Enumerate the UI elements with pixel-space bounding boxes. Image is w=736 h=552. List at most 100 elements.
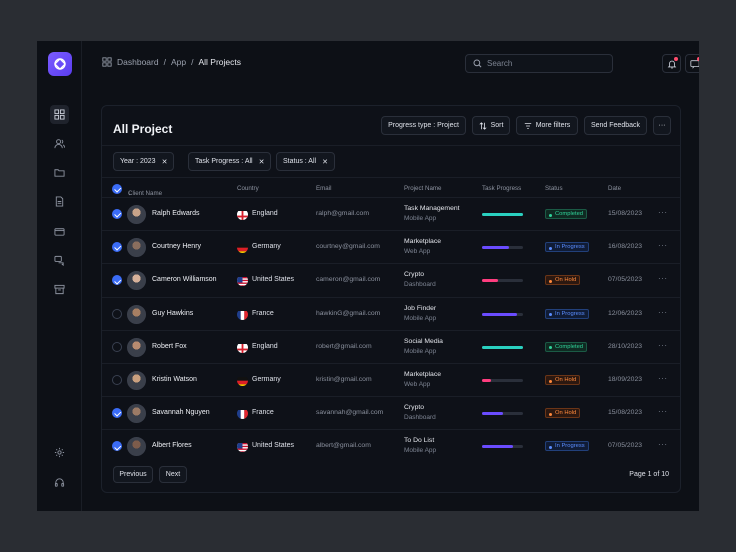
breadcrumb: Dashboard / App / All Projects [102, 57, 241, 67]
client-name: Savannah Nguyen [152, 409, 210, 417]
client-name: Courtney Henry [152, 243, 202, 251]
country: France [252, 409, 274, 417]
task-progress-bar [482, 279, 523, 283]
progress-type-button[interactable]: Progress type : Project [381, 116, 466, 135]
table-row[interactable]: Albert Flores United States albert@gmail.c… [102, 429, 680, 462]
england-flag-icon [237, 342, 248, 353]
row-checkbox[interactable] [112, 242, 122, 253]
table-row[interactable]: Robert Fox England robert@gmail.com Social … [102, 329, 680, 363]
table-row[interactable]: Courtney Henry Germany courtney@gmail.com M… [102, 230, 680, 263]
app-window: Dashboard / App / All Projects Search Al… [37, 41, 699, 511]
table-row[interactable]: Guy Hawkins France hawkinG@gmail.com Job Fi… [102, 296, 680, 330]
email: courtney@gmail.com [316, 243, 380, 251]
card-more-button[interactable]: ··· [653, 116, 671, 135]
settings-icon [54, 447, 65, 458]
task-progress-bar [482, 345, 523, 349]
more-filters-button[interactable]: More filters [516, 116, 578, 135]
filter-chip-year[interactable]: Year : 2023 ✕ [113, 152, 175, 171]
row-checkbox[interactable] [112, 375, 122, 385]
row-checkbox[interactable] [112, 408, 122, 419]
breadcrumb-separator: / [191, 57, 194, 67]
topbar: Dashboard / App / All Projects Search [82, 41, 699, 86]
client-name: Guy Hawkins [152, 309, 194, 317]
row-more-button[interactable]: ··· [658, 407, 668, 416]
sidebar-item-support[interactable] [50, 473, 69, 492]
search-box[interactable]: Search [465, 54, 613, 73]
search-input[interactable]: Search [487, 59, 512, 68]
row-more-button[interactable]: ··· [658, 208, 668, 217]
sidebar-item-wallet[interactable] [50, 222, 69, 241]
row-more-button[interactable]: ··· [658, 308, 668, 317]
client-name: Albert Flores [152, 442, 192, 450]
logo-icon [54, 58, 66, 70]
sidebar-item-dashboard[interactable] [50, 105, 69, 124]
germany-flag-icon [237, 242, 248, 254]
breadcrumb-app[interactable]: App [171, 57, 186, 67]
breadcrumb-separator: / [163, 57, 166, 67]
row-more-button[interactable]: ··· [658, 341, 668, 350]
table-row[interactable]: Savannah Nguyen France savannah@gmail.com C… [102, 396, 680, 429]
avatar [127, 337, 146, 357]
close-icon[interactable]: ✕ [322, 158, 328, 166]
task-progress-fill [482, 379, 492, 382]
app-logo[interactable] [48, 52, 72, 76]
project-name: Social Media [404, 337, 443, 345]
row-checkbox[interactable] [112, 308, 122, 319]
status-badge: On Hold [545, 408, 581, 419]
germany-flag-icon [237, 375, 248, 386]
next-button[interactable]: Next [159, 466, 187, 483]
arrow-down-icon: ↓ [128, 190, 132, 197]
row-more-button[interactable]: ··· [658, 241, 668, 250]
sidebar-item-documents[interactable] [50, 192, 69, 211]
table-row[interactable]: Cameron Williamson United States cameron@g… [102, 263, 680, 296]
page-title: All Project [113, 122, 173, 136]
filter-chip-task-progress[interactable]: Task Progress : All ✕ [188, 152, 272, 171]
row-more-button[interactable]: ··· [658, 440, 668, 449]
task-progress-bar [482, 412, 523, 416]
client-name: Ralph Edwards [152, 210, 200, 217]
send-feedback-button[interactable]: Send Feedback [584, 116, 647, 135]
table-row[interactable]: Kristin Watson Germany kristin@gmail.com Ma… [102, 363, 680, 396]
email: ralph@gmail.com [316, 210, 369, 217]
avatar [127, 437, 146, 457]
date: 18/09/2023 [608, 376, 643, 383]
row-checkbox[interactable] [112, 341, 122, 352]
filter-icon [524, 122, 531, 129]
row-checkbox[interactable] [112, 275, 122, 286]
sort-button[interactable]: Sort [472, 116, 510, 135]
breadcrumb-dashboard[interactable]: Dashboard [117, 57, 159, 67]
table-header: Client Name ↓ Country Email Project Name… [102, 180, 680, 197]
status-badge: Completed [545, 341, 588, 352]
row-checkbox[interactable] [112, 209, 122, 219]
select-all-checkbox[interactable] [112, 184, 122, 194]
sidebar-item-chat[interactable] [50, 251, 69, 270]
email: cameron@gmail.com [316, 276, 381, 284]
inbox-dot [697, 57, 699, 61]
sidebar-item-settings[interactable] [50, 443, 69, 462]
sidebar-item-archive[interactable] [50, 280, 69, 299]
close-icon[interactable]: ✕ [259, 158, 265, 166]
email: albert@gmail.com [316, 442, 371, 450]
row-more-button[interactable]: ··· [658, 274, 668, 283]
us-flag-icon [237, 275, 248, 287]
row-checkbox[interactable] [112, 441, 122, 452]
previous-button[interactable]: Previous [113, 466, 153, 483]
task-progress-fill [482, 445, 513, 449]
country: United States [252, 442, 295, 450]
filter-chip-status[interactable]: Status : All ✕ [276, 152, 335, 171]
project-name: Job Finder [404, 304, 437, 312]
page-info: Page 1 of 10 [629, 471, 669, 478]
task-progress-bar [482, 246, 523, 250]
header-country: Country [237, 185, 259, 192]
project-name: Marketplace [404, 238, 442, 246]
sidebar-item-users[interactable] [50, 134, 69, 153]
table-row[interactable]: Ralph Edwards England ralph@gmail.com Task … [102, 197, 680, 230]
divider [102, 177, 680, 178]
sidebar-item-folder[interactable] [50, 163, 69, 182]
close-icon[interactable]: ✕ [162, 158, 168, 166]
inbox-button[interactable] [685, 54, 699, 73]
project-name: Task Management [404, 205, 460, 212]
row-more-button[interactable]: ··· [658, 374, 668, 383]
notifications-button[interactable] [662, 54, 681, 73]
header-date: Date [608, 185, 622, 192]
